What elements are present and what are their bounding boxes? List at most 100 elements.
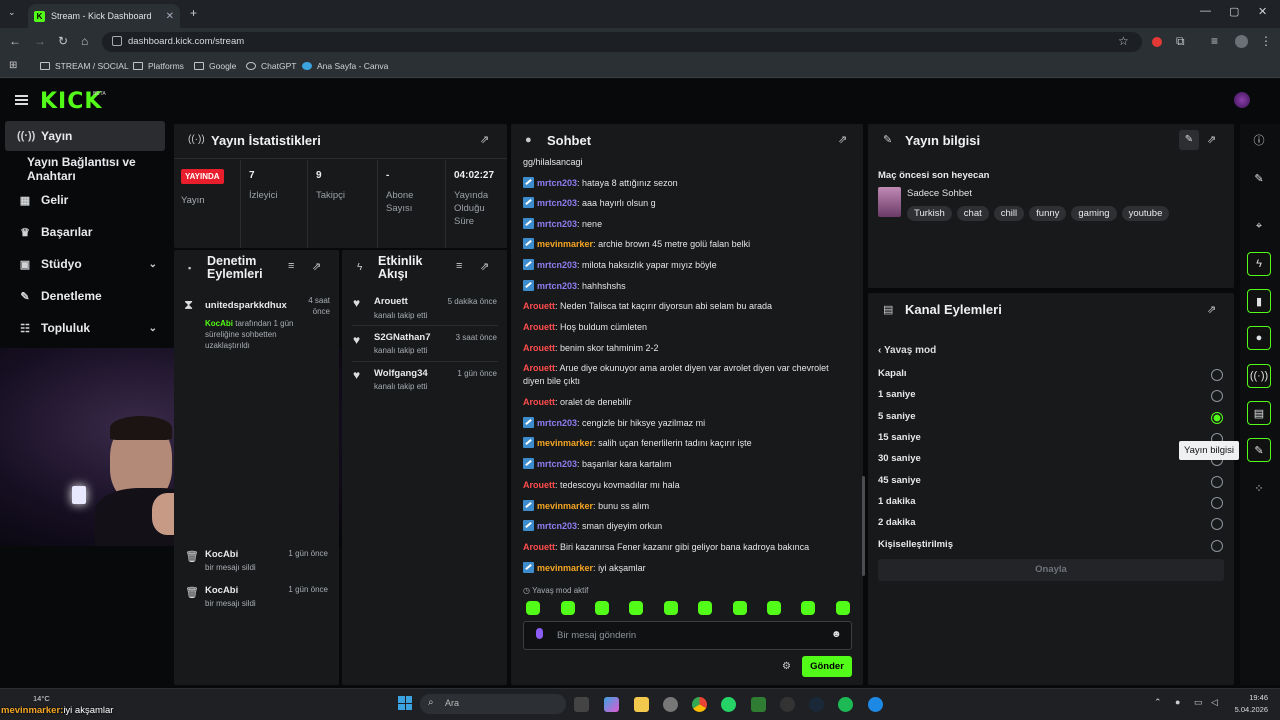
mod-user[interactable]: KocAbi bbox=[205, 549, 238, 560]
chat-username[interactable]: mrtcn203 bbox=[537, 521, 577, 531]
weather-temp[interactable]: 14°C bbox=[33, 694, 50, 703]
user-avatar[interactable] bbox=[1234, 92, 1250, 108]
popout-icon[interactable]: ⇗ bbox=[480, 133, 489, 146]
volume-icon[interactable]: ◁ bbox=[1211, 697, 1218, 708]
tag[interactable]: gaming bbox=[1071, 206, 1117, 221]
tag[interactable]: youtube bbox=[1121, 206, 1170, 221]
browser-tab[interactable]: K Stream - Kick Dashboard ✕ bbox=[28, 4, 180, 28]
new-tab-icon[interactable]: + bbox=[190, 6, 197, 20]
microphone-icon[interactable] bbox=[536, 628, 543, 639]
slow-mode-option-label[interactable]: 1 saniye bbox=[878, 389, 916, 400]
mod-user[interactable]: KocAbi bbox=[205, 585, 238, 596]
chat-username[interactable]: Arouett bbox=[523, 542, 555, 552]
slow-mode-option-label[interactable]: 1 dakika bbox=[878, 496, 916, 507]
sidebar-item-topluluk[interactable]: ☷ Topluluk ⌄ bbox=[5, 313, 165, 343]
media-icon[interactable]: ≡ bbox=[1211, 34, 1218, 48]
slow-mode-option-label[interactable]: Kişiselleştirilmiş bbox=[878, 539, 953, 550]
chat-username[interactable]: mrtcn203 bbox=[537, 198, 577, 208]
moderation-rail-icon[interactable]: ▮ bbox=[1247, 289, 1271, 313]
bookmark-google[interactable]: Google bbox=[194, 61, 236, 71]
bookmark-stream-social[interactable]: STREAM / SOCIAL bbox=[40, 61, 129, 71]
target-icon[interactable]: ⌖ bbox=[1247, 214, 1271, 238]
chat-username[interactable]: Arouett bbox=[523, 343, 555, 353]
obs-icon[interactable] bbox=[780, 697, 795, 712]
slow-mode-option-label[interactable]: 30 saniye bbox=[878, 453, 921, 464]
network-icon[interactable]: ▭ bbox=[1194, 697, 1203, 708]
slow-mode-option-label[interactable]: 2 dakika bbox=[878, 517, 916, 528]
mic-tray-icon[interactable]: ● bbox=[1175, 697, 1180, 707]
slow-mode-radio[interactable] bbox=[1211, 497, 1223, 509]
chat-username[interactable]: mrtcn203 bbox=[537, 219, 577, 229]
profile-icon[interactable] bbox=[1235, 35, 1248, 48]
emote-icon[interactable] bbox=[801, 601, 815, 615]
activity-user[interactable]: S2GNathan7 bbox=[374, 332, 431, 343]
chat-username[interactable]: Arouett bbox=[523, 301, 555, 311]
hamburger-menu-icon[interactable] bbox=[15, 95, 28, 105]
emote-icon[interactable] bbox=[836, 601, 850, 615]
slow-mode-radio[interactable] bbox=[1211, 540, 1223, 552]
edit-icon[interactable]: ✎ bbox=[1179, 130, 1199, 150]
app-icon[interactable] bbox=[751, 697, 766, 712]
apps-icon[interactable]: ⊞ bbox=[9, 60, 17, 71]
chat-username[interactable]: mrtcn203 bbox=[537, 418, 577, 428]
slow-mode-radio[interactable] bbox=[1211, 476, 1223, 488]
emote-icon[interactable] bbox=[595, 601, 609, 615]
info-icon[interactable]: ⓘ bbox=[1247, 128, 1271, 152]
mod-by-user[interactable]: KocAbi bbox=[205, 319, 233, 328]
slow-mode-option-label[interactable]: 5 saniye bbox=[878, 411, 916, 422]
broadcast-rail-icon[interactable]: ((·)) bbox=[1247, 364, 1271, 388]
wrench-rail-icon[interactable]: ✎ bbox=[1247, 438, 1271, 462]
chat-username[interactable]: mrtcn203 bbox=[537, 260, 577, 270]
tag[interactable]: funny bbox=[1029, 206, 1067, 221]
chat-rail-icon[interactable]: ● bbox=[1247, 326, 1271, 350]
tag[interactable]: chat bbox=[956, 206, 989, 221]
apps-rail-icon[interactable]: ⁘ bbox=[1247, 476, 1271, 500]
slow-mode-option-label[interactable]: Kapalı bbox=[878, 368, 907, 379]
emote-icon[interactable] bbox=[629, 601, 643, 615]
slow-mode-radio[interactable] bbox=[1211, 518, 1223, 530]
tag[interactable]: chill bbox=[993, 206, 1025, 221]
emote-icon[interactable] bbox=[733, 601, 747, 615]
emoji-picker-icon[interactable]: ☻ bbox=[831, 629, 842, 640]
url-input[interactable]: dashboard.kick.com/stream bbox=[102, 32, 1142, 52]
chat-username[interactable]: Arouett bbox=[523, 363, 555, 373]
channel-actions-rail-icon[interactable]: ▤ bbox=[1247, 401, 1271, 425]
tray-chevron-icon[interactable]: ⌃ bbox=[1154, 697, 1162, 708]
tab-close-icon[interactable]: ✕ bbox=[166, 11, 174, 22]
windows-start-icon[interactable] bbox=[398, 696, 412, 710]
slow-mode-option-label[interactable]: 45 saniye bbox=[878, 475, 921, 486]
sidebar-item-studyo[interactable]: ▣ Stüdyo ⌄ bbox=[5, 249, 165, 279]
chat-username[interactable]: Arouett bbox=[523, 322, 555, 332]
chrome-icon[interactable] bbox=[692, 697, 707, 712]
sidebar-item-basarilar[interactable]: ♛ Başarılar bbox=[5, 217, 165, 247]
reload-icon[interactable]: ↻ bbox=[58, 34, 68, 48]
mod-user[interactable]: unitedsparkkdhux bbox=[205, 300, 287, 311]
send-button[interactable]: Gönder bbox=[802, 656, 852, 677]
popout-icon[interactable]: ⇗ bbox=[1207, 133, 1216, 146]
back-icon[interactable]: ← bbox=[9, 34, 21, 48]
slow-mode-radio[interactable] bbox=[1211, 390, 1223, 402]
steam-icon[interactable] bbox=[809, 697, 824, 712]
edge-icon[interactable] bbox=[868, 697, 883, 712]
filter-icon[interactable]: ≡ bbox=[456, 260, 462, 272]
bookmark-chatgpt[interactable]: ChatGPT bbox=[246, 61, 296, 71]
chat-settings-icon[interactable]: ⚙ bbox=[782, 661, 791, 672]
bookmark-canva[interactable]: Ana Sayfa - Canva bbox=[302, 61, 388, 71]
chat-username[interactable]: mrtcn203 bbox=[537, 459, 577, 469]
bookmark-platforms[interactable]: Platforms bbox=[133, 61, 184, 71]
maximize-icon[interactable]: ▢ bbox=[1229, 5, 1239, 18]
close-window-icon[interactable]: ✕ bbox=[1258, 5, 1267, 18]
emote-icon[interactable] bbox=[561, 601, 575, 615]
popout-icon[interactable]: ⇗ bbox=[480, 260, 489, 273]
tab-search-icon[interactable]: ⌄ bbox=[8, 7, 16, 18]
emote-icon[interactable] bbox=[767, 601, 781, 615]
slow-mode-radio[interactable] bbox=[1211, 412, 1223, 424]
chat-username[interactable]: mevinmarker bbox=[537, 239, 593, 249]
pencil-icon[interactable]: ✎ bbox=[1247, 166, 1271, 190]
emote-icon[interactable] bbox=[664, 601, 678, 615]
popout-icon[interactable]: ⇗ bbox=[838, 133, 847, 146]
sidebar-item-gelir[interactable]: ▦ Gelir bbox=[5, 185, 165, 215]
tag[interactable]: Turkish bbox=[907, 206, 952, 221]
emote-icon[interactable] bbox=[526, 601, 540, 615]
settings-icon[interactable] bbox=[663, 697, 678, 712]
